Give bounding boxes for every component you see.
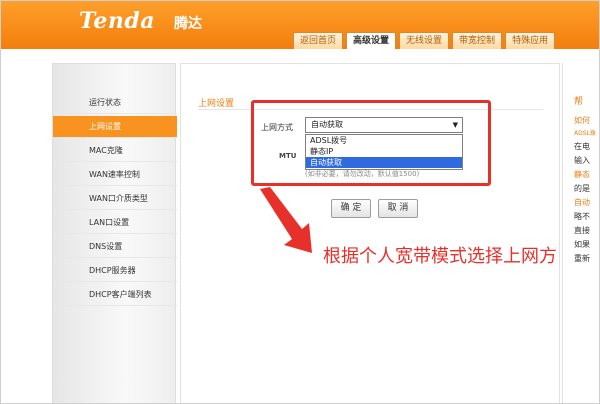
sidebar-item-wan-media[interactable]: WAN口介质类型 bbox=[53, 188, 177, 210]
tab-advanced[interactable]: 高级设置 bbox=[346, 32, 397, 49]
sidebar-item-mac-clone[interactable]: MAC克隆 bbox=[53, 140, 177, 162]
sidebar: 运行状态 上网设置 MAC克隆 WAN速率控制 WAN口介质类型 LAN口设置 … bbox=[52, 63, 177, 403]
help-line: 略不 bbox=[574, 212, 590, 221]
highlight-box bbox=[251, 100, 491, 186]
help-line: 自动 bbox=[574, 198, 590, 207]
sidebar-item-dns[interactable]: DNS设置 bbox=[53, 236, 177, 258]
header-bar: Tenda 腾达 返回首页 高级设置 无线设置 带宽控制 特殊应用 bbox=[1, 1, 599, 49]
help-line: 在电 bbox=[574, 142, 590, 151]
tab-bandwidth[interactable]: 带宽控制 bbox=[452, 32, 503, 49]
help-line: 重新 bbox=[574, 254, 590, 263]
help-line: ADSL拨 bbox=[574, 130, 596, 137]
app-window: Tenda 腾达 返回首页 高级设置 无线设置 带宽控制 特殊应用 运行状态 上… bbox=[0, 0, 600, 404]
section-title: 上网设置 bbox=[198, 99, 235, 109]
sidebar-item-internet[interactable]: 上网设置 bbox=[53, 116, 177, 138]
help-line: 输入 bbox=[574, 156, 590, 165]
sidebar-item-lan[interactable]: LAN口设置 bbox=[53, 212, 177, 234]
help-line: 静态 bbox=[574, 170, 590, 179]
tenda-logo: Tenda bbox=[79, 8, 155, 34]
annotation-text: 根据个人宽带模式选择上网方 bbox=[323, 246, 557, 267]
annotation-arrow-icon bbox=[260, 187, 312, 253]
top-tabs: 返回首页 高级设置 无线设置 带宽控制 特殊应用 bbox=[293, 32, 558, 49]
help-line: 的是 bbox=[574, 184, 590, 193]
help-line: 直接 bbox=[574, 226, 590, 235]
tab-special[interactable]: 特殊应用 bbox=[505, 32, 556, 49]
help-title: 帮 bbox=[574, 97, 584, 107]
ok-button[interactable]: 确 定 bbox=[331, 199, 371, 218]
sidebar-item-dhcp-clients[interactable]: DHCP客户端列表 bbox=[53, 284, 177, 306]
tenda-logo-cn: 腾达 bbox=[174, 16, 202, 32]
help-line: 如果 bbox=[574, 240, 590, 249]
tab-home[interactable]: 返回首页 bbox=[293, 32, 344, 49]
cancel-button[interactable]: 取 消 bbox=[378, 199, 418, 218]
sidebar-item-wan-speed[interactable]: WAN速率控制 bbox=[53, 164, 177, 186]
tab-wireless[interactable]: 无线设置 bbox=[399, 32, 450, 49]
help-line: 如何 bbox=[574, 116, 590, 125]
sidebar-item-status[interactable]: 运行状态 bbox=[53, 92, 177, 114]
sidebar-item-dhcp-server[interactable]: DHCP服务器 bbox=[53, 260, 177, 282]
